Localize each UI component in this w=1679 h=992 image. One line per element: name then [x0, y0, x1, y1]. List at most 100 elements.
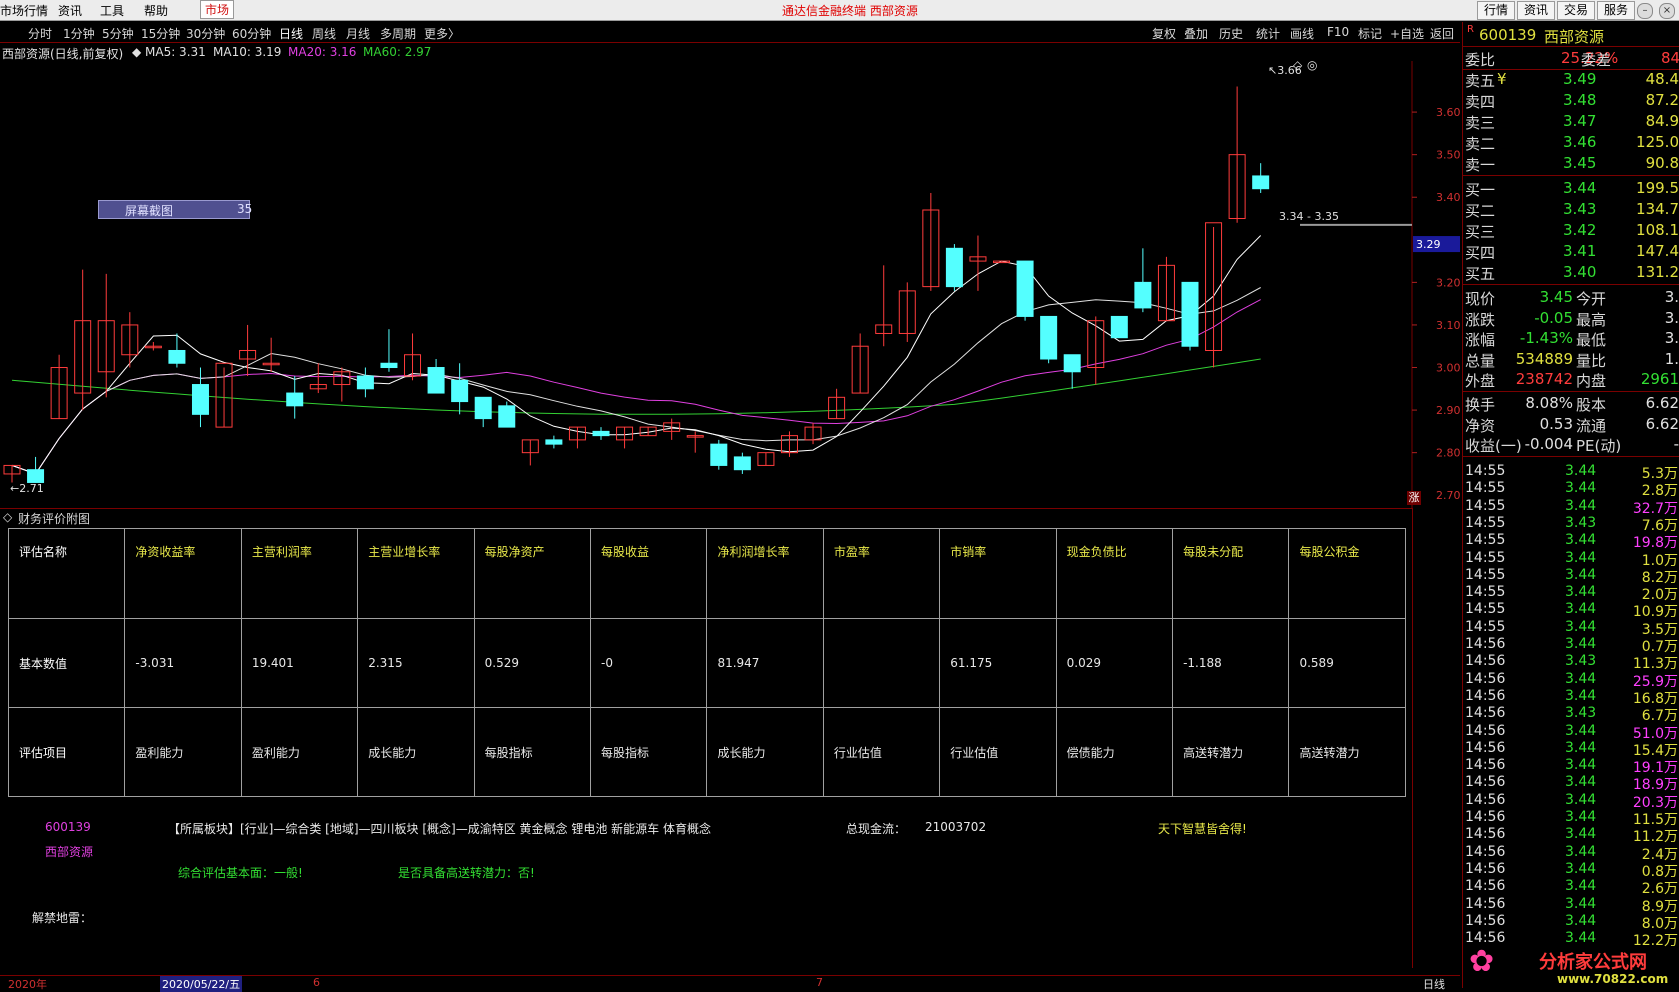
tick-price: 3.43 [1565, 705, 1597, 722]
adjust-button[interactable]: 复权 [1152, 25, 1176, 42]
period-60min[interactable]: 60分钟 [232, 25, 271, 42]
finance-header-cell: 每股未分配 [1172, 528, 1290, 619]
tick-row: 14:55 3.44 2.8万 [1465, 479, 1679, 499]
close-icon[interactable]: × [1659, 3, 1675, 19]
period-weekly[interactable]: 周线 [312, 25, 336, 42]
period-intraday[interactable]: 分时 [28, 25, 52, 42]
tick-row: 14:56 3.44 16.8万 [1465, 687, 1679, 707]
draw-button[interactable]: 画线 [1290, 25, 1314, 42]
period-daily[interactable]: 日线 [279, 25, 303, 42]
stat-value: -0.05 [1534, 308, 1573, 327]
ask-row[interactable]: 卖四 3.48 87.2 [1463, 90, 1679, 111]
tick-price: 3.44 [1565, 791, 1597, 808]
service-button[interactable]: 服务 [1597, 1, 1635, 20]
price-tick-label: 2.80 [1436, 447, 1460, 460]
ask-price: 3.49 [1563, 70, 1597, 88]
tick-time: 14:55 [1465, 601, 1506, 618]
period-indicator: 日线 [1423, 978, 1445, 991]
bid-label: 买五 [1465, 265, 1496, 283]
period-more[interactable]: 更多〉 [424, 25, 460, 42]
price-tick-label: 3.10 [1436, 319, 1460, 332]
ask-row[interactable]: 卖一 3.45 90.8 [1463, 153, 1679, 174]
candle-body [356, 375, 374, 390]
candle-body [498, 405, 516, 428]
ask-row[interactable]: 卖三 3.47 84.9 [1463, 111, 1679, 132]
tick-time: 14:56 [1465, 722, 1506, 739]
menu-item-news[interactable]: 资讯 [58, 2, 82, 19]
quote-button[interactable]: 行情 [1477, 1, 1515, 20]
stats-button[interactable]: 统计 [1256, 25, 1280, 42]
tick-time: 14:55 [1465, 480, 1506, 497]
tick-price: 3.44 [1565, 618, 1597, 635]
stat-value: 238742 [1515, 370, 1573, 388]
unlock-risk-label: 解禁地雷： [32, 911, 93, 925]
market-tab[interactable]: 市场 [200, 0, 235, 19]
menu-item-tools[interactable]: 工具 [100, 2, 124, 19]
ma60-label: MA60: 2.97 [363, 45, 432, 59]
bid-row[interactable]: 买四 3.41 147.4 [1463, 241, 1679, 262]
overlay-button[interactable]: 叠加 [1184, 25, 1208, 42]
candle-body [1181, 281, 1199, 347]
cursor-date-label: 2020/05/22/五 [160, 976, 243, 992]
back-button[interactable]: 返回 [1430, 25, 1454, 42]
bid-row[interactable]: 买一 3.44 199.5 [1463, 178, 1679, 199]
ask-row[interactable]: 卖二 3.46 125.0 [1463, 132, 1679, 153]
divider [1463, 391, 1679, 392]
trade-button[interactable]: 交易 [1557, 1, 1595, 20]
tick-price: 3.44 [1565, 687, 1597, 704]
tick-price: 3.44 [1565, 566, 1597, 583]
finance-value-cell: 81.947 [706, 618, 824, 708]
candle-body [545, 439, 563, 445]
collapse-icon[interactable]: ◇ [3, 510, 12, 524]
f10-button[interactable]: F10 [1327, 25, 1349, 39]
tick-price: 3.44 [1565, 912, 1597, 929]
bid-price: 3.40 [1563, 263, 1597, 281]
screenshot-widget[interactable]: 屏幕截图 35 [98, 200, 252, 219]
stat-label: 最高 [1576, 310, 1607, 329]
tick-price: 3.44 [1565, 584, 1597, 601]
tick-time: 14:56 [1465, 843, 1506, 860]
add-watchlist-button[interactable]: +自选 [1390, 25, 1424, 42]
stat-label: 总量 [1465, 351, 1496, 370]
tick-time: 14:56 [1465, 912, 1506, 929]
candlestick-chart[interactable]: 3.60 3.50 3.40 3.20 3.10 3.00 2.90 2.80 2.70 3.29 [0, 61, 1460, 508]
price-tick-label: 2.70 [1436, 489, 1460, 502]
bid-label: 买四 [1465, 244, 1496, 262]
bid-price: 3.42 [1563, 221, 1597, 239]
period-15min[interactable]: 15分钟 [141, 25, 180, 42]
tick-row: 14:56 3.44 15.4万 [1465, 739, 1679, 759]
low-price-annotation: ←2.71 [10, 482, 44, 495]
candle-body [427, 367, 445, 394]
period-5min[interactable]: 5分钟 [102, 25, 134, 42]
tick-time: 14:55 [1465, 566, 1506, 583]
bid-price: 3.43 [1563, 200, 1597, 218]
menu-item-help[interactable]: 帮助 [144, 2, 168, 19]
tick-time: 14:56 [1465, 739, 1506, 756]
stat-row: 净资 0.53 流通 6.62 [1463, 414, 1679, 435]
period-30min[interactable]: 30分钟 [186, 25, 225, 42]
news-button[interactable]: 资讯 [1517, 1, 1555, 20]
period-1min[interactable]: 1分钟 [63, 25, 95, 42]
mark-button[interactable]: 标记 [1358, 25, 1382, 42]
candle-body [1040, 315, 1058, 360]
finance-value-cell: 基本数值 [7, 618, 126, 708]
period-monthly[interactable]: 月线 [346, 25, 370, 42]
bid-row[interactable]: 买三 3.42 108.1 [1463, 220, 1679, 241]
menu-item-market[interactable]: 市场行情 [0, 2, 48, 19]
tick-row: 14:56 3.44 0.8万 [1465, 860, 1679, 880]
quote-code: 600139 [1479, 26, 1537, 44]
candle-body [1110, 315, 1128, 339]
menu-bar: 市场行情 资讯 工具 帮助 市场 通达信金融终端 西部资源 行情 资讯 交易 服… [0, 0, 1679, 21]
stat-label: 外盘 [1465, 372, 1496, 390]
tick-price: 3.44 [1565, 826, 1597, 843]
bid-row[interactable]: 买二 3.43 134.7 [1463, 199, 1679, 220]
history-button[interactable]: 历史 [1219, 25, 1243, 42]
minimize-icon[interactable]: – [1637, 3, 1653, 19]
chart-settings-icon[interactable]: ◎ [1307, 58, 1317, 72]
ma-settings-icon[interactable]: ◆ [132, 45, 141, 59]
tick-time: 14:56 [1465, 757, 1506, 774]
bid-row[interactable]: 买五 3.40 131.2 [1463, 262, 1679, 283]
ask-row[interactable]: 卖五 ¥3.49 48.4 [1463, 69, 1679, 90]
date-axis: 2020年 2020/05/22/五 6 7 日线 [0, 975, 1460, 992]
period-multi[interactable]: 多周期 [380, 25, 416, 42]
